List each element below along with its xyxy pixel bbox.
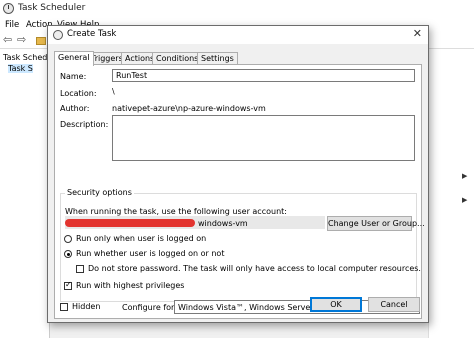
folder-icon[interactable] bbox=[36, 37, 46, 45]
back-arrow-icon[interactable]: ⇦ bbox=[3, 34, 12, 46]
checkbox-highest-privileges[interactable] bbox=[64, 280, 72, 290]
tab-general[interactable]: General bbox=[54, 51, 94, 66]
hidden-label[interactable]: Hidden bbox=[72, 302, 100, 311]
radio-logged-on[interactable] bbox=[64, 235, 72, 243]
app-title: Task Scheduler bbox=[18, 3, 86, 13]
app-titlebar: Task Scheduler bbox=[0, 0, 474, 18]
do-not-store-password-label[interactable]: Do not store password. The task will onl… bbox=[88, 264, 421, 273]
ok-button[interactable]: OK bbox=[310, 297, 362, 312]
description-input[interactable] bbox=[112, 115, 415, 161]
dialog-title: Create Task bbox=[67, 29, 117, 39]
expand-arrow-icon[interactable]: ▶ bbox=[462, 196, 467, 204]
name-input[interactable]: RunTest bbox=[112, 69, 415, 82]
radio-whether-logged-on[interactable] bbox=[64, 250, 72, 258]
change-user-button[interactable]: Change User or Group... bbox=[327, 216, 425, 231]
dialog-titlebar: Create Task ✕ bbox=[48, 26, 428, 44]
task-icon bbox=[53, 30, 63, 40]
configure-for-label: Configure for: bbox=[122, 303, 177, 312]
author-label: Author: bbox=[60, 104, 90, 113]
tree-item-library[interactable]: Task S bbox=[8, 64, 33, 73]
redaction-mark bbox=[65, 219, 195, 227]
location-value: \ bbox=[112, 87, 115, 96]
radio-logged-on-label[interactable]: Run only when user is logged on bbox=[76, 234, 206, 243]
security-options-title: Security options bbox=[65, 188, 134, 197]
expand-arrow-icon[interactable]: ▶ bbox=[462, 172, 467, 180]
general-tab-panel: Name: RunTest Location: \ Author: native… bbox=[54, 64, 425, 319]
close-icon[interactable]: ✕ bbox=[413, 27, 422, 40]
menu-file[interactable]: File bbox=[5, 20, 19, 30]
checkbox-hidden[interactable] bbox=[60, 303, 68, 311]
name-label: Name: bbox=[60, 72, 87, 81]
location-label: Location: bbox=[60, 89, 97, 98]
user-account-value: windows-vm bbox=[198, 219, 248, 228]
actions-pane bbox=[428, 49, 474, 338]
forward-arrow-icon[interactable]: ⇨ bbox=[17, 34, 26, 46]
create-task-dialog: Create Task ✕ General Triggers Actions C… bbox=[47, 25, 429, 323]
description-label: Description: bbox=[60, 120, 109, 129]
navigation-tree: Task Scheduler Task S bbox=[0, 49, 63, 338]
task-scheduler-icon bbox=[3, 3, 14, 14]
radio-whether-logged-on-label[interactable]: Run whether user is logged on or not bbox=[76, 249, 224, 258]
cancel-button[interactable]: Cancel bbox=[368, 297, 420, 312]
author-value: nativepet-azure\np-azure-windows-vm bbox=[112, 104, 266, 113]
account-prompt: When running the task, use the following… bbox=[65, 207, 287, 216]
highest-privileges-label[interactable]: Run with highest privileges bbox=[76, 281, 184, 290]
checkbox-do-not-store-password[interactable] bbox=[76, 265, 84, 273]
